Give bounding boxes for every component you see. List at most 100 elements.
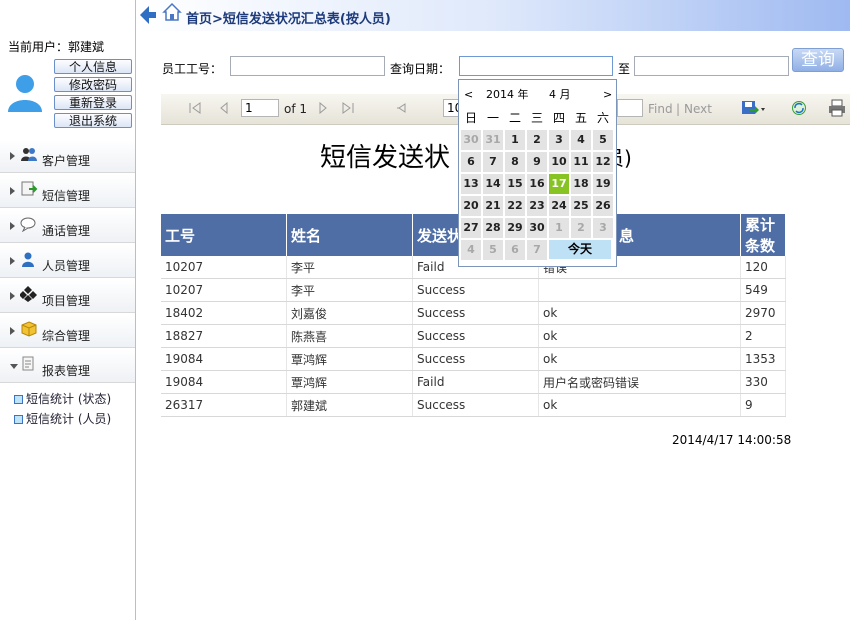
next-page-icon[interactable] — [318, 102, 328, 114]
cell-message: ok — [538, 347, 741, 371]
menu-reports[interactable]: 报表管理 — [0, 350, 135, 383]
menu-label: 综合管理 — [42, 329, 91, 343]
back-report-icon[interactable] — [395, 101, 407, 115]
calendar-day[interactable]: 26 — [593, 196, 613, 216]
last-page-icon[interactable] — [342, 102, 354, 114]
calendar-day[interactable]: 28 — [483, 218, 503, 238]
calendar-day[interactable]: 17 — [549, 174, 569, 194]
calendar-day[interactable]: 4 — [461, 240, 481, 260]
calendar-day[interactable]: 9 — [527, 152, 547, 172]
calendar-day[interactable]: 6 — [505, 240, 525, 260]
calendar-day[interactable]: 15 — [505, 174, 525, 194]
table-row: 18402 刘嘉俊 Success ok 2970 — [161, 301, 786, 325]
calendar-day[interactable]: 29 — [505, 218, 525, 238]
page-number-input[interactable]: 1 — [241, 99, 279, 117]
print-icon[interactable] — [828, 99, 846, 117]
calendar-day[interactable]: 13 — [461, 174, 481, 194]
menu-calls[interactable]: 通话管理 — [0, 210, 135, 243]
weekday-header: 三 — [530, 111, 543, 125]
cell-status: Success — [412, 393, 539, 417]
cell-message: ok — [538, 393, 741, 417]
refresh-icon[interactable] — [791, 100, 807, 116]
prev-page-icon[interactable] — [219, 102, 229, 114]
sub-sms-stat-status[interactable]: 短信统计 (状态) — [14, 390, 111, 407]
weekday-header: 五 — [574, 111, 587, 125]
cell-status: Success — [412, 301, 539, 325]
calendar-month[interactable]: 4 月 — [549, 86, 571, 102]
calendar-day[interactable]: 11 — [571, 152, 591, 172]
menu-label: 人员管理 — [42, 259, 91, 273]
cell-message — [538, 278, 741, 302]
calendar-day[interactable]: 30 — [527, 218, 547, 238]
calendar-day[interactable]: 25 — [571, 196, 591, 216]
cell-name: 郭建斌 — [286, 393, 413, 417]
cell-count: 1353 — [740, 347, 786, 371]
find-text-input[interactable] — [617, 99, 643, 117]
query-button[interactable]: 查询 — [792, 48, 844, 72]
table-row: 10207 李平 Success 549 — [161, 278, 786, 302]
cell-name: 李平 — [286, 278, 413, 302]
back-arrow-icon[interactable] — [138, 4, 158, 26]
calendar-day[interactable]: 5 — [593, 130, 613, 150]
menu-staff[interactable]: 人员管理 — [0, 245, 135, 278]
relogin-button[interactable]: 重新登录 — [54, 95, 132, 110]
calendar-day[interactable]: 18 — [571, 174, 591, 194]
calendar-day[interactable]: 30 — [461, 130, 481, 150]
calendar-day[interactable]: 21 — [483, 196, 503, 216]
date-from-input[interactable] — [459, 56, 613, 76]
cell-id: 10207 — [161, 256, 287, 279]
home-icon[interactable] — [162, 2, 182, 22]
change-password-button[interactable]: 修改密码 — [54, 77, 132, 92]
menu-customer[interactable]: 客户管理 — [0, 140, 135, 173]
calendar-day[interactable]: 1 — [505, 130, 525, 150]
calendar-day[interactable]: 8 — [505, 152, 525, 172]
calendar-day[interactable]: 27 — [461, 218, 481, 238]
calendar-day[interactable]: 19 — [593, 174, 613, 194]
calendar-day[interactable]: 4 — [571, 130, 591, 150]
calendar-day[interactable]: 5 — [483, 240, 503, 260]
calendar-day[interactable]: 24 — [549, 196, 569, 216]
calendar-day[interactable]: 6 — [461, 152, 481, 172]
logout-button[interactable]: 退出系统 — [54, 113, 132, 128]
calendar-day[interactable]: 16 — [527, 174, 547, 194]
profile-button[interactable]: 个人信息 — [54, 59, 132, 74]
cell-name: 陈燕喜 — [286, 324, 413, 348]
date-to-input[interactable] — [634, 56, 789, 76]
cell-id: 19084 — [161, 347, 287, 371]
menu-sms[interactable]: 短信管理 — [0, 175, 135, 208]
header-bar: 首页>短信发送状况汇总表(按人员) — [136, 0, 850, 31]
next-month-button[interactable]: > — [603, 88, 612, 101]
calendar-day[interactable]: 23 — [527, 196, 547, 216]
calendar-day[interactable]: 12 — [593, 152, 613, 172]
calendar-day[interactable]: 3 — [593, 218, 613, 238]
calendar-day[interactable]: 3 — [549, 130, 569, 150]
cell-count: 549 — [740, 278, 786, 302]
cell-name: 李平 — [286, 256, 413, 279]
menu-projects[interactable]: 项目管理 — [0, 280, 135, 313]
calendar-day[interactable]: 7 — [483, 152, 503, 172]
find-link[interactable]: Find — [648, 102, 673, 116]
calendar-day[interactable]: 1 — [549, 218, 569, 238]
collapsed-arrow-icon — [10, 327, 15, 335]
calendar-day[interactable]: 14 — [483, 174, 503, 194]
prev-month-button[interactable]: < — [464, 88, 473, 101]
cell-count: 2 — [740, 324, 786, 348]
today-button[interactable]: 今天 — [549, 240, 611, 259]
bullet-icon — [14, 415, 23, 424]
first-page-icon[interactable] — [189, 102, 201, 114]
calendar-day[interactable]: 7 — [527, 240, 547, 260]
next-link[interactable]: Next — [684, 102, 712, 116]
calendar-day[interactable]: 31 — [483, 130, 503, 150]
emp-id-input[interactable] — [230, 56, 385, 76]
calendar-day[interactable]: 2 — [571, 218, 591, 238]
calendar-day[interactable]: 2 — [527, 130, 547, 150]
calendar-day[interactable]: 10 — [549, 152, 569, 172]
report-title: 短信发送状 — [320, 143, 451, 173]
calendar-day[interactable]: 20 — [461, 196, 481, 216]
calendar-day[interactable]: 22 — [505, 196, 525, 216]
calendar-year[interactable]: 2014 年 — [486, 86, 529, 102]
sub-sms-stat-staff[interactable]: 短信统计 (人员) — [14, 410, 111, 427]
export-icon[interactable] — [741, 100, 767, 116]
cell-message: 用户名或密码错误 — [538, 370, 741, 394]
menu-general[interactable]: 综合管理 — [0, 315, 135, 348]
